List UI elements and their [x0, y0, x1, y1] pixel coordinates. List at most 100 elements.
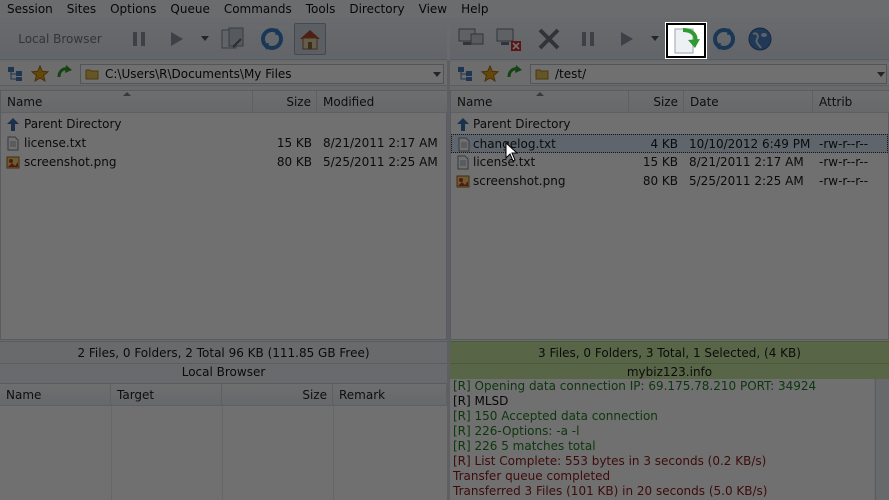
- log-line: [R] Opening data connection IP: 69.175.7…: [453, 379, 817, 393]
- image-file-icon: [6, 156, 20, 169]
- go-up-icon[interactable]: [505, 65, 523, 83]
- list-item[interactable]: screenshot.png 80 KB 5/25/2011 2:25 AM -…: [451, 172, 888, 191]
- local-path-text: C:\Users\R\Documents\My Files: [105, 67, 292, 81]
- pause-icon[interactable]: [572, 23, 604, 55]
- column-divider: [111, 406, 112, 500]
- image-file-icon: [456, 175, 470, 188]
- menu-help[interactable]: Help: [454, 0, 495, 18]
- local-file-list: Name Size Modified Parent Directory lice…: [0, 90, 448, 340]
- column-header-size[interactable]: Size: [253, 91, 317, 113]
- favorites-star-icon[interactable]: [31, 65, 49, 83]
- session-log: [R] Opening data connection IP: 69.175.7…: [450, 379, 874, 500]
- pane-splitter[interactable]: [447, 60, 450, 500]
- local-status-bar: 2 Files, 0 Folders, 2 Total 96 KB (111.8…: [0, 341, 447, 379]
- column-divider: [222, 406, 223, 500]
- menu-sites[interactable]: Sites: [60, 0, 103, 18]
- column-header-size[interactable]: Size: [629, 91, 684, 113]
- play-icon[interactable]: [610, 23, 642, 55]
- queue-column-remark[interactable]: Remark: [333, 384, 447, 406]
- list-item[interactable]: license.txt 15 KB 8/21/2011 2:17 AM: [1, 134, 446, 153]
- text-file-icon: [7, 136, 19, 151]
- menu-queue[interactable]: Queue: [163, 0, 216, 18]
- file-size: 15 KB: [276, 136, 312, 150]
- pause-icon[interactable]: [123, 23, 155, 55]
- transfer-icon[interactable]: [217, 23, 249, 55]
- connect-icon[interactable]: [455, 23, 487, 55]
- chevron-down-icon[interactable]: [877, 72, 885, 77]
- refresh-icon[interactable]: [708, 23, 740, 55]
- column-header-attrib[interactable]: Attrib: [813, 91, 889, 113]
- dropdown-arrow-icon[interactable]: [651, 36, 659, 41]
- queue-column-name[interactable]: Name: [0, 384, 111, 406]
- remote-status-bar: 3 Files, 0 Folders, 3 Total, 1 Selected,…: [450, 341, 889, 379]
- remote-address-bar: /test/: [450, 62, 889, 86]
- log-scrollbar[interactable]: [875, 379, 889, 500]
- parent-dir-icon: [7, 118, 19, 131]
- chevron-down-icon[interactable]: [433, 72, 441, 77]
- log-line: [R] 150 Accepted data connection: [453, 409, 658, 423]
- column-divider: [333, 406, 334, 500]
- home-icon[interactable]: [294, 23, 326, 55]
- column-header-modified[interactable]: Modified: [317, 91, 448, 113]
- file-date: 8/21/2011 2:17 AM: [689, 155, 804, 169]
- folder-icon: [85, 69, 99, 80]
- menu-directory[interactable]: Directory: [342, 0, 411, 18]
- abort-icon[interactable]: [533, 23, 565, 55]
- download-refresh-icon[interactable]: [666, 23, 706, 58]
- transfer-queue: Name Target Size Remark: [0, 383, 447, 500]
- file-name: license.txt: [473, 155, 536, 169]
- log-line: [R] List Complete: 553 bytes in 3 second…: [453, 454, 767, 468]
- file-attrib: -rw-r--r--: [819, 137, 869, 151]
- tree-view-icon[interactable]: [456, 65, 474, 83]
- local-toolbar: Local Browser: [0, 18, 447, 60]
- menu-bar: Session Sites Options Queue Commands Too…: [0, 0, 889, 18]
- dropdown-arrow-icon[interactable]: [201, 36, 209, 41]
- sort-ascending-icon: [123, 92, 131, 96]
- file-name: screenshot.png: [24, 155, 117, 169]
- play-icon[interactable]: [160, 23, 192, 55]
- local-status-title: Local Browser: [0, 363, 447, 380]
- file-modified: 5/25/2011 2:25 AM: [323, 155, 438, 169]
- remote-status-summary: 3 Files, 0 Folders, 3 Total, 1 Selected,…: [538, 346, 801, 360]
- remote-toolbar: [450, 18, 889, 60]
- list-item[interactable]: Parent Directory: [1, 115, 446, 134]
- ftp-client-window: Session Sites Options Queue Commands Too…: [0, 0, 889, 500]
- remote-path-field[interactable]: /test/: [530, 64, 887, 84]
- remote-file-list: Name Size Date Attrib Parent Directory c…: [450, 90, 889, 340]
- menu-options[interactable]: Options: [103, 0, 163, 18]
- file-date: 10/10/2012 6:49 PM: [689, 137, 811, 151]
- local-address-bar: C:\Users\R\Documents\My Files: [0, 62, 447, 86]
- log-line: [R] 226-Options: -a -l: [453, 424, 580, 438]
- file-attrib: -rw-r--r--: [819, 155, 869, 169]
- local-status-summary: 2 Files, 0 Folders, 2 Total 96 KB (111.8…: [77, 346, 370, 360]
- queue-column-target[interactable]: Target: [111, 384, 222, 406]
- local-browser-button[interactable]: Local Browser: [7, 27, 113, 51]
- list-item[interactable]: Parent Directory: [451, 115, 888, 134]
- file-modified: 8/21/2011 2:17 AM: [323, 136, 438, 150]
- file-name: changelog.txt: [473, 137, 556, 151]
- tree-view-icon[interactable]: [6, 65, 24, 83]
- favorites-star-icon[interactable]: [481, 65, 499, 83]
- file-size: 80 KB: [276, 155, 312, 169]
- file-date: 5/25/2011 2:25 AM: [689, 174, 804, 188]
- go-up-icon[interactable]: [55, 65, 73, 83]
- folder-icon: [535, 69, 549, 80]
- refresh-icon[interactable]: [256, 23, 288, 55]
- menu-commands[interactable]: Commands: [217, 0, 299, 18]
- file-attrib: -rw-r--r--: [819, 174, 869, 188]
- file-name: license.txt: [24, 136, 87, 150]
- disconnect-icon[interactable]: [493, 23, 525, 55]
- file-size: 4 KB: [650, 137, 678, 151]
- list-item[interactable]: screenshot.png 80 KB 5/25/2011 2:25 AM: [1, 153, 446, 172]
- menu-view[interactable]: View: [412, 0, 454, 18]
- local-path-field[interactable]: C:\Users\R\Documents\My Files: [80, 64, 444, 84]
- menu-tools[interactable]: Tools: [299, 0, 343, 18]
- text-file-icon: [458, 137, 470, 152]
- globe-icon[interactable]: [744, 23, 776, 55]
- queue-column-size[interactable]: Size: [222, 384, 333, 406]
- remote-path-text: /test/: [555, 67, 587, 81]
- file-name: screenshot.png: [473, 174, 566, 188]
- column-header-date[interactable]: Date: [684, 91, 813, 113]
- file-name: Parent Directory: [473, 117, 571, 131]
- menu-session[interactable]: Session: [0, 0, 60, 18]
